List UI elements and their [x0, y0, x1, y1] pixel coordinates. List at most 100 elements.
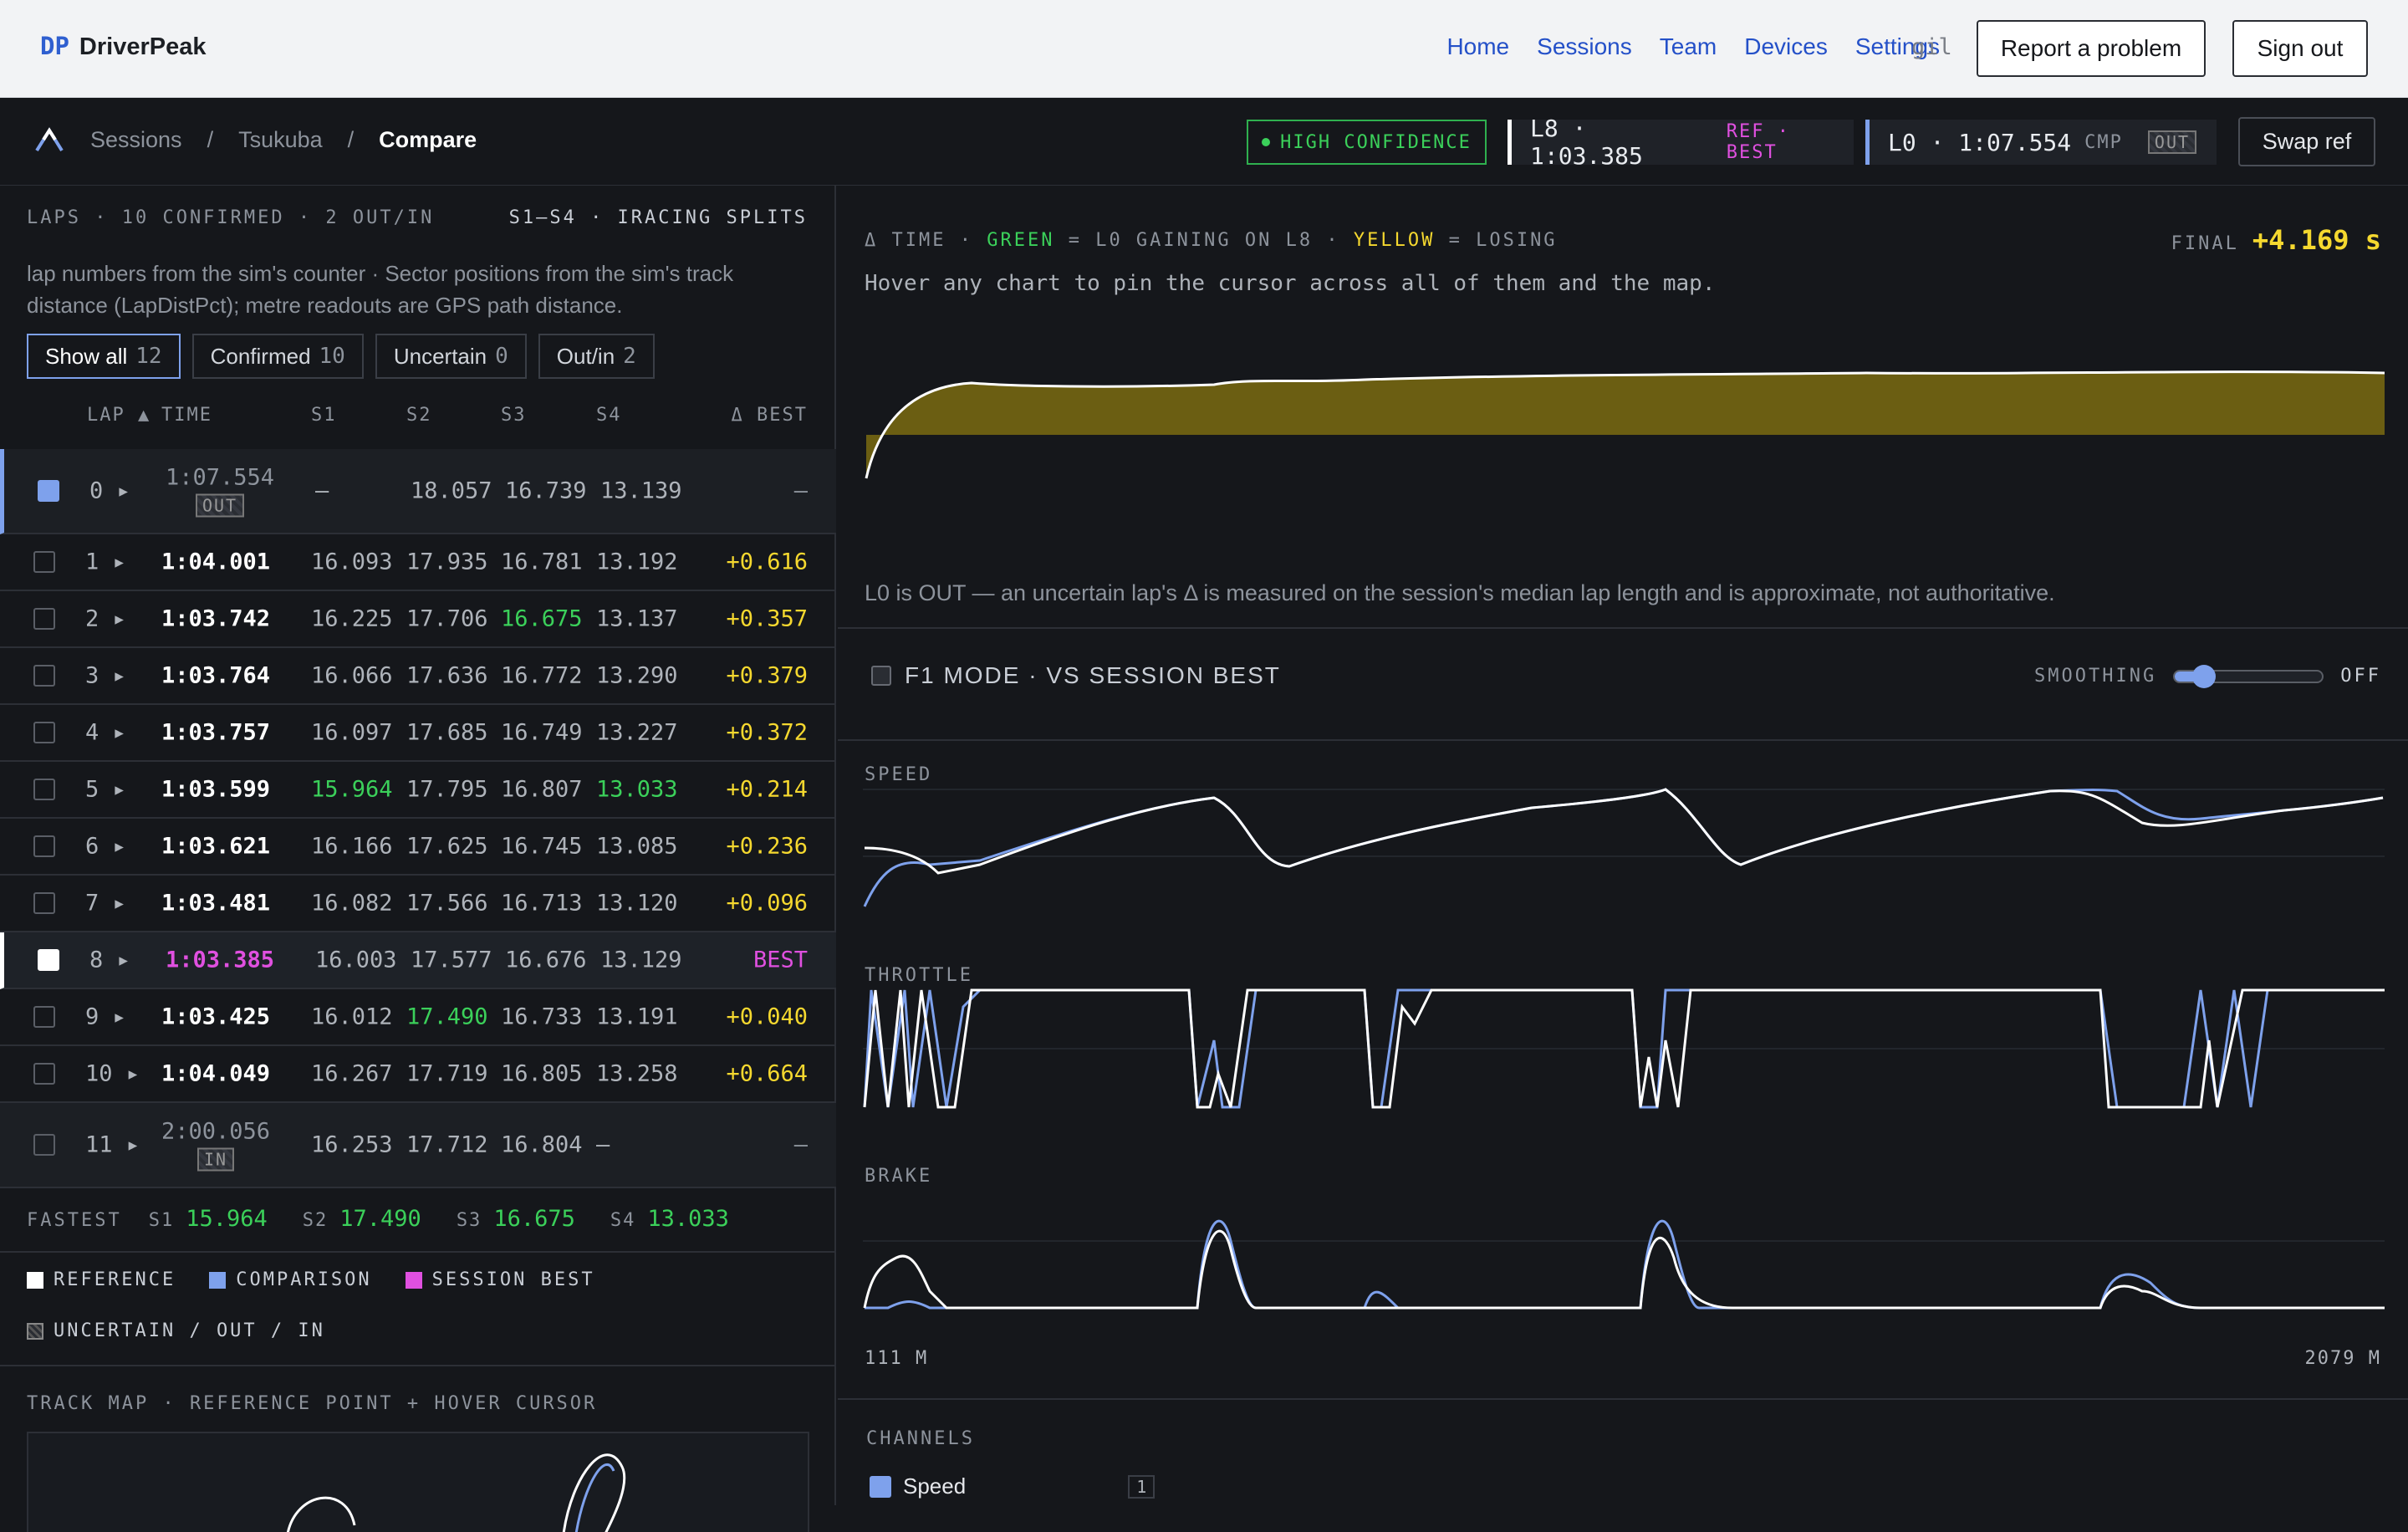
lap-checkbox[interactable] — [33, 1134, 55, 1156]
lap-row[interactable]: 10 ▸ 1:04.049 16.267 17.719 16.805 13.258 +0.6… — [0, 1046, 836, 1103]
sector-s1: 15.964 — [311, 776, 393, 803]
column-s3[interactable]: S3 — [501, 405, 527, 426]
fastest-s2-key: S2 — [302, 1210, 329, 1231]
brake-chart — [863, 1219, 2385, 1310]
lap-row[interactable]: 6 ▸ 1:03.621 16.166 17.625 16.745 13.085 +0.23… — [0, 819, 836, 876]
delta-best: +0.214 — [726, 776, 808, 803]
telemetry-charts[interactable] — [863, 739, 2385, 1525]
delta-best: +0.379 — [726, 662, 808, 689]
smoothing-knob[interactable] — [2192, 664, 2217, 688]
channel-checkbox[interactable] — [870, 1475, 891, 1498]
f1-mode-checkbox[interactable] — [871, 666, 891, 686]
brake-reference-line — [863, 1229, 2385, 1310]
laps-table-body: 0 ▸ 1:07.554 OUT — 18.057 16.739 13.139 — 1 ▸ 1:0… — [0, 449, 836, 1188]
lap-row[interactable]: 0 ▸ 1:07.554 OUT — 18.057 16.739 13.139 — — [0, 449, 836, 534]
delta-title-suffix: = LOSING — [1448, 230, 1558, 251]
sector-s2: 17.577 — [411, 947, 492, 973]
lap-checkbox[interactable] — [38, 480, 59, 502]
lap-row[interactable]: 9 ▸ 1:03.425 16.012 17.490 16.733 13.191 +0.04… — [0, 989, 836, 1046]
lap-checkbox[interactable] — [38, 949, 59, 971]
lap-row[interactable]: 11 ▸ 2:00.056 IN 16.253 17.712 16.804 — — — [0, 1103, 836, 1188]
lap-number: 9 ▸ — [85, 1003, 126, 1030]
legend-reference: REFERENCE — [27, 1269, 176, 1290]
breadcrumb-track[interactable]: Tsukuba — [238, 127, 323, 153]
throttle-chart — [863, 988, 2385, 1109]
nav-team[interactable]: Team — [1660, 33, 1717, 60]
swap-ref-button[interactable]: Swap ref — [2238, 117, 2375, 166]
lap-row[interactable]: 7 ▸ 1:03.481 16.082 17.566 16.713 13.120 +0.09… — [0, 876, 836, 932]
sign-out-button[interactable]: Sign out — [2232, 20, 2368, 77]
filter-show-all[interactable]: Show all 12 — [27, 334, 181, 379]
lap-checkbox[interactable] — [33, 835, 55, 857]
delta-green-word: GREEN — [987, 230, 1055, 251]
x-axis-start: 111 M — [865, 1348, 929, 1369]
filter-uncertain[interactable]: Uncertain 0 — [375, 334, 527, 379]
comparison-lap-label: L0 · 1:07.554 — [1888, 128, 2072, 156]
lap-checkbox[interactable] — [33, 1006, 55, 1028]
nav-devices[interactable]: Devices — [1744, 33, 1828, 60]
nav-sessions[interactable]: Sessions — [1537, 33, 1632, 60]
app-peak-icon[interactable] — [33, 125, 65, 154]
laps-header: LAPS · 10 CONFIRMED · 2 OUT/IN S1–S4 · I… — [27, 207, 808, 228]
lap-checkbox[interactable] — [33, 665, 55, 687]
lap-time: 1:04.049 — [161, 1060, 271, 1087]
sector-s1: — — [315, 477, 329, 504]
sector-s1: 16.267 — [311, 1060, 393, 1087]
lap-row[interactable]: 2 ▸ 1:03.742 16.225 17.706 16.675 13.137 +0.35… — [0, 591, 836, 648]
out-in-badge: OUT — [195, 493, 245, 518]
speed-reference-line — [864, 788, 2384, 875]
sector-s4: 13.227 — [596, 719, 678, 746]
column-s2[interactable]: S2 — [406, 405, 432, 426]
delta-time-chart[interactable] — [863, 336, 2385, 487]
lap-checkbox[interactable] — [33, 1063, 55, 1085]
delta-title: Δ TIME · GREEN = L0 GAINING ON L8 · YELL… — [865, 230, 1558, 251]
filter-confirmed[interactable]: Confirmed 10 — [191, 334, 364, 379]
column-time[interactable]: TIME — [161, 405, 212, 426]
lap-checkbox[interactable] — [33, 779, 55, 800]
lap-row[interactable]: 1 ▸ 1:04.001 16.093 17.935 16.781 13.192 +0.61… — [0, 534, 836, 591]
breadcrumb-separator: / — [207, 126, 214, 152]
top-nav: DP DriverPeak Home Sessions Team Devices … — [0, 0, 2408, 98]
lap-number: 5 ▸ — [85, 776, 126, 803]
report-problem-button[interactable]: Report a problem — [1977, 20, 2206, 77]
smoothing-slider[interactable] — [2173, 664, 2324, 688]
track-map-svg — [287, 1453, 626, 1532]
confidence-label: HIGH CONFIDENCE — [1280, 131, 1472, 153]
channels-title: CHANNELS — [866, 1428, 975, 1449]
confidence-badge: HIGH CONFIDENCE — [1247, 120, 1487, 165]
sector-s2: 17.636 — [406, 662, 488, 689]
lap-row[interactable]: 8 ▸ 1:03.385 16.003 17.577 16.676 13.129 BEST — [0, 932, 836, 989]
legend-label: REFERENCE — [54, 1269, 176, 1290]
comparison-swatch — [209, 1271, 227, 1289]
column-delta-best[interactable]: Δ BEST — [732, 405, 808, 426]
sector-s1: 16.066 — [311, 662, 393, 689]
lap-checkbox[interactable] — [33, 608, 55, 630]
lap-time-cell: 1:07.554 OUT — [166, 465, 274, 518]
filter-count: 12 — [135, 344, 162, 369]
legend-label: SESSION BEST — [431, 1269, 595, 1290]
column-lap[interactable]: LAP ▲ — [87, 405, 150, 426]
filter-out-in[interactable]: Out/in 2 — [538, 334, 655, 379]
nav-home[interactable]: Home — [1446, 33, 1509, 60]
sector-s1: 16.253 — [311, 1131, 393, 1158]
lap-row[interactable]: 3 ▸ 1:03.764 16.066 17.636 16.772 13.290 +0.37… — [0, 648, 836, 705]
track-map[interactable] — [27, 1432, 809, 1532]
breadcrumb-sessions[interactable]: Sessions — [90, 127, 182, 153]
f1-mode-toggle[interactable]: F1 MODE · VS SESSION BEST — [871, 662, 1281, 689]
fastest-label: FASTEST — [27, 1210, 122, 1231]
breadcrumb-separator: / — [347, 126, 355, 152]
fastest-s3: 16.675 — [493, 1206, 575, 1232]
lap-checkbox[interactable] — [33, 892, 55, 914]
lap-row[interactable]: 5 ▸ 1:03.599 15.964 17.795 16.807 13.033 +0.21… — [0, 762, 836, 819]
channel-item-speed[interactable]: Speed 1 — [870, 1473, 1156, 1499]
lap-checkbox[interactable] — [33, 551, 55, 573]
column-s4[interactable]: S4 — [596, 405, 622, 426]
laps-panel: LAPS · 10 CONFIRMED · 2 OUT/IN S1–S4 · I… — [0, 186, 836, 1532]
lap-checkbox[interactable] — [33, 722, 55, 743]
sector-s4: 13.192 — [596, 549, 678, 575]
final-delta: FINAL +4.169 s — [2171, 224, 2381, 256]
brand[interactable]: DP DriverPeak — [40, 32, 206, 61]
column-s1[interactable]: S1 — [311, 405, 337, 426]
lap-row[interactable]: 4 ▸ 1:03.757 16.097 17.685 16.749 13.227 +0.37… — [0, 705, 836, 762]
fastest-s1: 15.964 — [186, 1206, 268, 1232]
